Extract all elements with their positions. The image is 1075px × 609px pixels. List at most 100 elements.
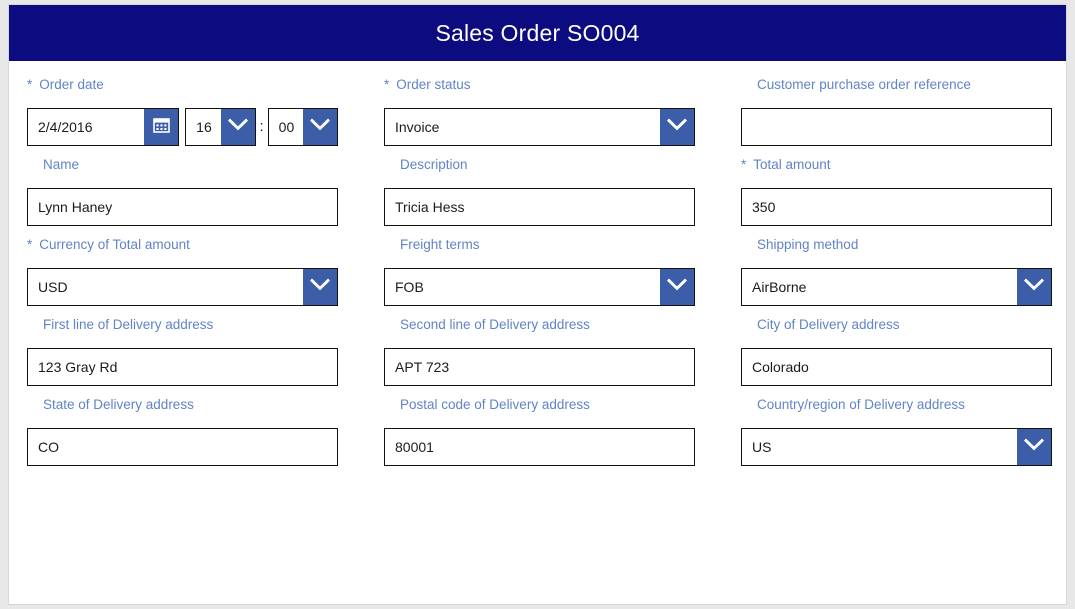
required-asterisk: *: [27, 77, 33, 92]
chevron-down-icon: [666, 278, 688, 296]
required-asterisk: *: [741, 157, 747, 172]
field-label-currency-of-total-amount: * Currency of Total amount: [27, 237, 338, 255]
calendar-picker-button[interactable]: [144, 109, 179, 145]
time-separator: :: [259, 118, 264, 135]
form-field-country-region-of-delivery-address: Country/region of Delivery address US: [741, 397, 1052, 466]
label-text: Total amount: [753, 157, 831, 172]
form-field-description: Description Tricia Hess: [384, 157, 695, 226]
text-input-first-line-of-delivery-address[interactable]: 123 Gray Rd: [27, 348, 338, 386]
field-label-first-line-of-delivery-address: First line of Delivery address: [27, 317, 338, 335]
selected-value[interactable]: US: [742, 429, 1017, 465]
label-text: Freight terms: [400, 237, 480, 252]
minute-dropdown-button[interactable]: [303, 109, 337, 145]
field-label-description: Description: [384, 157, 695, 175]
field-label-postal-code-of-delivery-address: Postal code of Delivery address: [384, 397, 695, 415]
label-text: Postal code of Delivery address: [400, 397, 590, 412]
text-input-total-amount[interactable]: 350: [741, 188, 1052, 226]
selected-value[interactable]: USD: [28, 269, 303, 305]
input-value[interactable]: Colorado: [742, 349, 1051, 385]
text-input-name[interactable]: Lynn Haney: [27, 188, 338, 226]
hour-value[interactable]: 16: [186, 109, 221, 145]
label-text: First line of Delivery address: [43, 317, 214, 332]
required-asterisk: *: [384, 77, 390, 92]
form-row: * Currency of Total amount USD Freight term…: [27, 237, 1052, 306]
field-label-freight-terms: Freight terms: [384, 237, 695, 255]
label-text: Order status: [396, 77, 471, 92]
input-value[interactable]: [742, 109, 1051, 145]
selected-value[interactable]: Invoice: [385, 109, 660, 145]
field-label-shipping-method: Shipping method: [741, 237, 1052, 255]
text-input-second-line-of-delivery-address[interactable]: APT 723: [384, 348, 695, 386]
dropdown-button-order-status[interactable]: [660, 109, 694, 145]
selected-value[interactable]: FOB: [385, 269, 660, 305]
hour-select-order-date[interactable]: 16: [185, 108, 256, 146]
form-row: First line of Delivery address 123 Gray R…: [27, 317, 1052, 386]
label-text: Currency of Total amount: [39, 237, 190, 252]
form-body: * Order date 2/4/2016 16:00 * Order status Inv…: [9, 61, 1066, 466]
dropdown-button-freight-terms[interactable]: [660, 269, 694, 305]
form-field-total-amount: * Total amount 350: [741, 157, 1052, 226]
form-field-order-date: * Order date 2/4/2016 16:00: [27, 77, 338, 146]
form-field-customer-purchase-order-reference: Customer purchase order reference: [741, 77, 1052, 146]
dropdown-button-country-region-of-delivery-address[interactable]: [1017, 429, 1051, 465]
input-value[interactable]: APT 723: [385, 349, 694, 385]
text-input-state-of-delivery-address[interactable]: CO: [27, 428, 338, 466]
page-title: Sales Order SO004: [435, 19, 640, 46]
minute-value[interactable]: 00: [268, 109, 303, 145]
form-row: State of Delivery address CO Postal code o…: [27, 397, 1052, 466]
field-label-second-line-of-delivery-address: Second line of Delivery address: [384, 317, 695, 335]
form-field-second-line-of-delivery-address: Second line of Delivery address APT 723: [384, 317, 695, 386]
input-value[interactable]: 123 Gray Rd: [28, 349, 337, 385]
form-field-postal-code-of-delivery-address: Postal code of Delivery address 80001: [384, 397, 695, 466]
field-label-state-of-delivery-address: State of Delivery address: [27, 397, 338, 415]
chevron-down-icon: [1023, 438, 1045, 456]
form-row: Name Lynn Haney Description Tricia Hess * Tot…: [27, 157, 1052, 226]
field-label-order-date: * Order date: [27, 77, 338, 95]
label-text: City of Delivery address: [757, 317, 900, 332]
field-label-country-region-of-delivery-address: Country/region of Delivery address: [741, 397, 1052, 415]
date-value[interactable]: 2/4/2016: [28, 109, 145, 145]
field-label-city-of-delivery-address: City of Delivery address: [741, 317, 1052, 335]
chevron-down-icon: [227, 118, 248, 136]
chevron-down-icon: [309, 118, 331, 136]
form-field-name: Name Lynn Haney: [27, 157, 338, 226]
label-text: Shipping method: [757, 237, 859, 252]
select-shipping-method[interactable]: AirBorne: [741, 268, 1052, 306]
minute-select-order-date[interactable]: 00: [267, 108, 338, 146]
dropdown-button-currency-of-total-amount[interactable]: [303, 269, 337, 305]
input-value[interactable]: CO: [28, 429, 337, 465]
text-input-description[interactable]: Tricia Hess: [384, 188, 695, 226]
chevron-down-icon: [1023, 278, 1045, 296]
input-value[interactable]: Tricia Hess: [385, 189, 694, 225]
dropdown-button-shipping-method[interactable]: [1017, 269, 1051, 305]
form-field-currency-of-total-amount: * Currency of Total amount USD: [27, 237, 338, 306]
input-value[interactable]: Lynn Haney: [28, 189, 337, 225]
label-text: Name: [43, 157, 80, 172]
selected-value[interactable]: AirBorne: [742, 269, 1017, 305]
calendar-icon: [153, 117, 170, 138]
label-text: State of Delivery address: [43, 397, 194, 412]
window-title-bar: Sales Order SO004: [9, 5, 1066, 61]
label-text: Second line of Delivery address: [400, 317, 590, 332]
text-input-city-of-delivery-address[interactable]: Colorado: [741, 348, 1052, 386]
date-input-order-date[interactable]: 2/4/2016: [27, 108, 180, 146]
select-currency-of-total-amount[interactable]: USD: [27, 268, 338, 306]
field-label-customer-purchase-order-reference: Customer purchase order reference: [741, 77, 1052, 95]
input-value[interactable]: 80001: [385, 429, 694, 465]
field-label-name: Name: [27, 157, 338, 175]
form-field-freight-terms: Freight terms FOB: [384, 237, 695, 306]
select-freight-terms[interactable]: FOB: [384, 268, 695, 306]
text-input-postal-code-of-delivery-address[interactable]: 80001: [384, 428, 695, 466]
label-text: Order date: [39, 77, 104, 92]
label-text: Customer purchase order reference: [757, 77, 971, 92]
select-order-status[interactable]: Invoice: [384, 108, 695, 146]
hour-dropdown-button[interactable]: [220, 109, 255, 145]
required-asterisk: *: [27, 237, 33, 252]
select-country-region-of-delivery-address[interactable]: US: [741, 428, 1052, 466]
label-text: Description: [400, 157, 468, 172]
text-input-customer-purchase-order-reference[interactable]: [741, 108, 1052, 146]
input-value[interactable]: 350: [742, 189, 1051, 225]
form-field-shipping-method: Shipping method AirBorne: [741, 237, 1052, 306]
label-text: Country/region of Delivery address: [757, 397, 965, 412]
form-field-state-of-delivery-address: State of Delivery address CO: [27, 397, 338, 466]
